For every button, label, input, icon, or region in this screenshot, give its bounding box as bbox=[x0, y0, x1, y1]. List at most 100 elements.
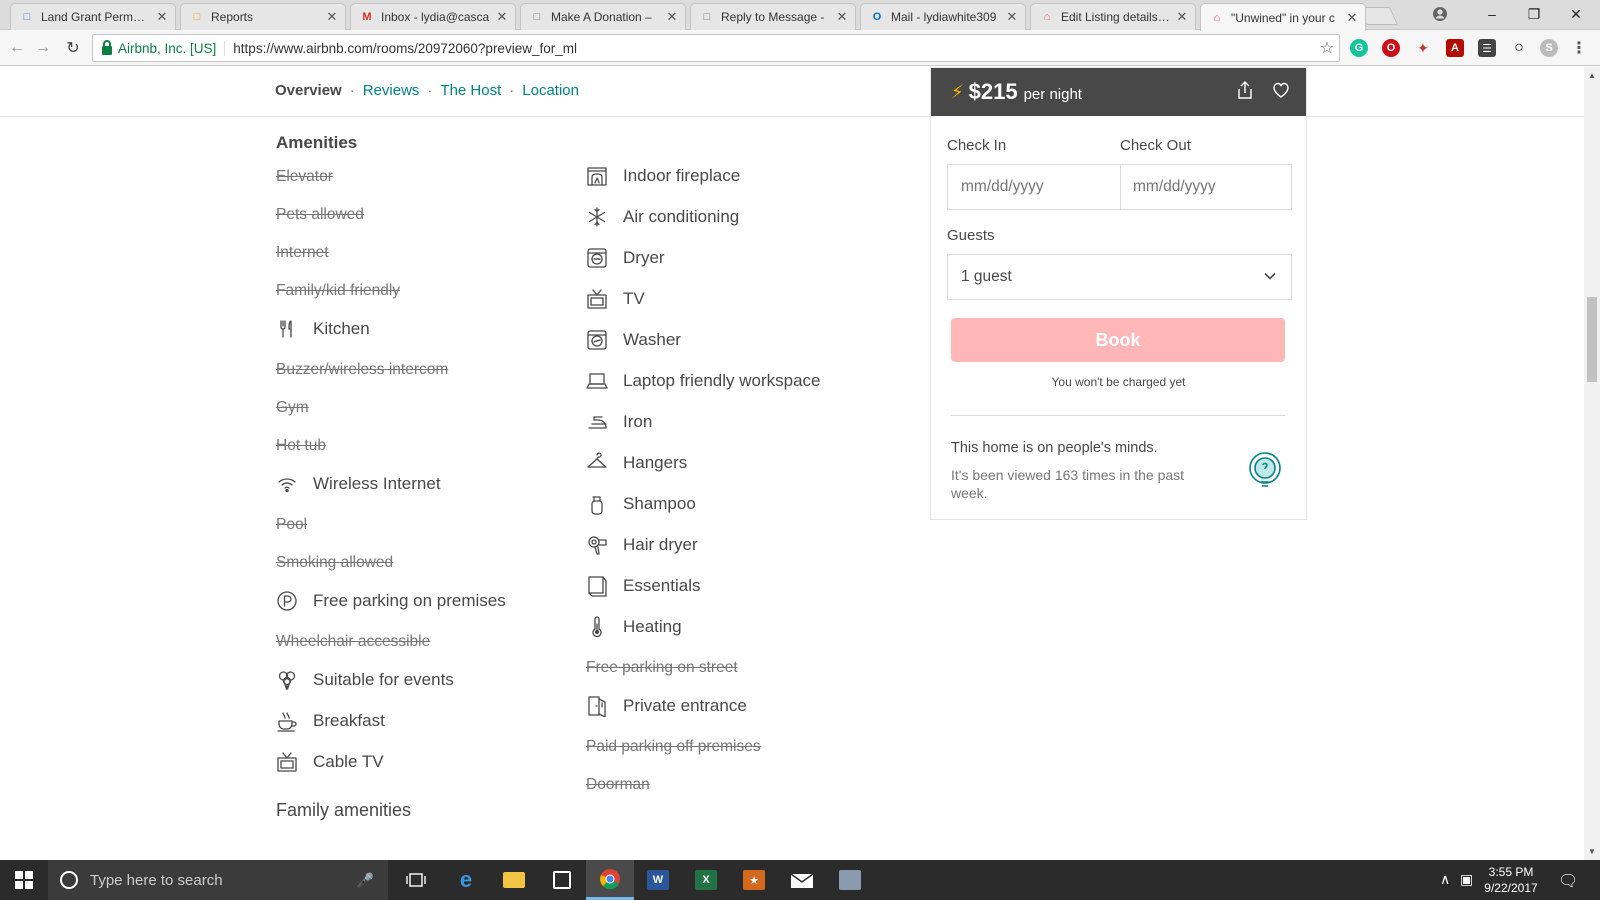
close-tab-icon[interactable]: ✕ bbox=[665, 9, 679, 25]
close-tab-icon[interactable]: ✕ bbox=[495, 9, 509, 25]
browser-tab[interactable]: □ Reports ✕ bbox=[180, 3, 346, 30]
subnav-location[interactable]: Location bbox=[522, 82, 579, 99]
fireplace-icon bbox=[586, 165, 608, 187]
extension-icon[interactable]: ✦ bbox=[1414, 39, 1432, 57]
amenity-item: Dryer bbox=[586, 247, 665, 269]
restore-icon[interactable]: ❐ bbox=[1514, 0, 1554, 28]
bookmark-star-icon[interactable]: ☆ bbox=[1315, 38, 1339, 58]
task-view-icon[interactable] bbox=[392, 860, 440, 900]
amenity-item: Shampoo bbox=[586, 493, 696, 515]
amenity-item: Essentials bbox=[586, 575, 700, 597]
chrome-icon[interactable] bbox=[586, 860, 634, 900]
share-icon[interactable] bbox=[1234, 79, 1256, 106]
gmail-favicon: M bbox=[362, 11, 372, 23]
amenity-label: Doorman bbox=[586, 776, 650, 793]
close-window-icon[interactable]: ✕ bbox=[1556, 0, 1596, 28]
remote-desktop-icon[interactable] bbox=[826, 860, 874, 900]
card-divider bbox=[951, 415, 1285, 416]
back-arrow-icon[interactable]: ← bbox=[6, 37, 28, 59]
outlook-favicon: O bbox=[872, 11, 882, 23]
mail-icon[interactable] bbox=[778, 860, 826, 900]
amenity-item: Kitchen bbox=[276, 318, 370, 340]
notifications-icon[interactable]: 🗨 bbox=[1558, 871, 1578, 891]
browser-tab[interactable]: □ Make A Donation – ✕ bbox=[520, 3, 686, 30]
edge-browser-icon[interactable]: e bbox=[442, 860, 490, 900]
word-icon[interactable]: W bbox=[634, 860, 682, 900]
check-in-label: Check In bbox=[947, 137, 1007, 154]
grammarly-icon[interactable]: G bbox=[1350, 39, 1368, 57]
close-tab-icon[interactable]: ✕ bbox=[1175, 9, 1189, 25]
family-amenities-title: Family amenities bbox=[276, 800, 412, 820]
door-icon bbox=[586, 695, 608, 717]
forward-arrow-icon[interactable]: → bbox=[32, 37, 54, 59]
close-tab-icon[interactable]: ✕ bbox=[325, 9, 339, 25]
heart-icon[interactable] bbox=[1270, 79, 1292, 106]
skype-icon[interactable]: S bbox=[1540, 39, 1558, 57]
menu-dots-icon[interactable]: ⋮ bbox=[1570, 39, 1588, 57]
popular-home-title: This home is on people's minds. bbox=[951, 440, 1158, 456]
guests-label: Guests bbox=[947, 227, 995, 244]
store-icon[interactable] bbox=[538, 860, 586, 900]
subnav-reviews[interactable]: Reviews bbox=[363, 82, 420, 99]
amenity-item: Gym bbox=[276, 399, 309, 417]
close-tab-icon[interactable]: ✕ bbox=[835, 9, 849, 25]
close-tab-icon[interactable]: ✕ bbox=[1005, 9, 1019, 25]
amenity-label: Paid parking off premises bbox=[586, 738, 761, 755]
amenity-item: Heating bbox=[586, 616, 682, 638]
browser-tab[interactable]: O Mail - lydiawhite309 ✕ bbox=[860, 3, 1026, 30]
close-tab-icon[interactable]: ✕ bbox=[1345, 10, 1359, 26]
amenity-label: Internet bbox=[276, 244, 329, 261]
subnav-separator: · bbox=[349, 82, 355, 99]
close-tab-icon[interactable]: ✕ bbox=[155, 9, 169, 25]
address-bar[interactable]: Airbnb, Inc. [US] https://www.airbnb.com… bbox=[92, 34, 1340, 62]
browser-tab[interactable]: ⌂ "Unwined" in your c ✕ bbox=[1200, 3, 1366, 31]
pdf-icon[interactable]: A bbox=[1446, 39, 1464, 57]
reports-favicon: □ bbox=[193, 11, 201, 23]
browser-tab[interactable]: □ Reply to Message - ✕ bbox=[690, 3, 856, 30]
cortana-icon bbox=[60, 871, 78, 889]
page-scrollbar[interactable]: ▲ ▼ bbox=[1584, 67, 1600, 860]
scroll-down-icon[interactable]: ▼ bbox=[1588, 847, 1596, 856]
extension-icon[interactable]: ☰ bbox=[1478, 39, 1496, 57]
check-out-input[interactable]: mm/dd/yyyy bbox=[1120, 164, 1292, 210]
scrollbar-thumb[interactable] bbox=[1587, 297, 1597, 382]
file-explorer-icon[interactable] bbox=[490, 860, 538, 900]
browser-tab[interactable]: M Inbox - lydia@casca ✕ bbox=[350, 3, 516, 30]
opera-icon[interactable]: O bbox=[1382, 39, 1400, 57]
scroll-up-icon[interactable]: ▲ bbox=[1588, 71, 1596, 80]
circle-extension-icon[interactable]: ○ bbox=[1510, 39, 1528, 57]
minimize-icon[interactable]: – bbox=[1472, 0, 1512, 28]
excel-icon[interactable]: X bbox=[682, 860, 730, 900]
windows-start-icon[interactable] bbox=[0, 860, 48, 900]
airbnb-listing-page: Overview · Reviews · The Host · Location… bbox=[0, 67, 1584, 860]
microphone-icon[interactable]: 🎤 bbox=[357, 872, 374, 889]
tab-title: Mail - lydiawhite309 bbox=[891, 10, 997, 24]
amenity-label: Smoking allowed bbox=[276, 554, 394, 571]
browser-tab[interactable]: □ Land Grant Permane ✕ bbox=[10, 3, 176, 30]
reload-icon[interactable]: ↻ bbox=[62, 37, 84, 59]
book-button[interactable]: Book bbox=[951, 318, 1285, 362]
profile-icon[interactable] bbox=[1420, 0, 1460, 28]
amenity-label: Gym bbox=[276, 399, 309, 416]
browser-tab[interactable]: ⌂ Edit Listing details fo ✕ bbox=[1030, 3, 1196, 30]
guests-select[interactable]: 1 guest bbox=[947, 254, 1292, 300]
taskbar-clock[interactable]: 3:55 PM 9/22/2017 bbox=[1476, 864, 1546, 896]
amenity-label: Essentials bbox=[623, 576, 701, 595]
url-text[interactable]: https://www.airbnb.com/rooms/20972060?pr… bbox=[233, 41, 1315, 56]
instant-book-bolt-icon: ⚡ bbox=[951, 81, 964, 102]
amenity-label: Heating bbox=[623, 617, 682, 636]
amenity-label: Pool bbox=[276, 516, 308, 533]
app-icon[interactable]: ★ bbox=[730, 860, 778, 900]
tab-title: Edit Listing details fo bbox=[1061, 10, 1171, 24]
tray-expand-icon[interactable]: ∧ bbox=[1440, 871, 1450, 888]
coffee-cup-icon bbox=[276, 710, 298, 732]
amenity-label: Shampoo bbox=[623, 494, 696, 513]
amenity-label: Air conditioning bbox=[623, 207, 740, 226]
amenity-label: Hangers bbox=[623, 453, 688, 472]
check-in-input[interactable]: mm/dd/yyyy bbox=[947, 164, 1121, 210]
amenity-label: Cable TV bbox=[313, 752, 384, 771]
network-icon[interactable]: ▣ bbox=[1460, 871, 1473, 888]
taskbar-search-box[interactable]: Type here to search 🎤 bbox=[48, 860, 388, 900]
subnav-overview[interactable]: Overview bbox=[275, 82, 342, 99]
subnav-the-host[interactable]: The Host bbox=[440, 82, 501, 99]
